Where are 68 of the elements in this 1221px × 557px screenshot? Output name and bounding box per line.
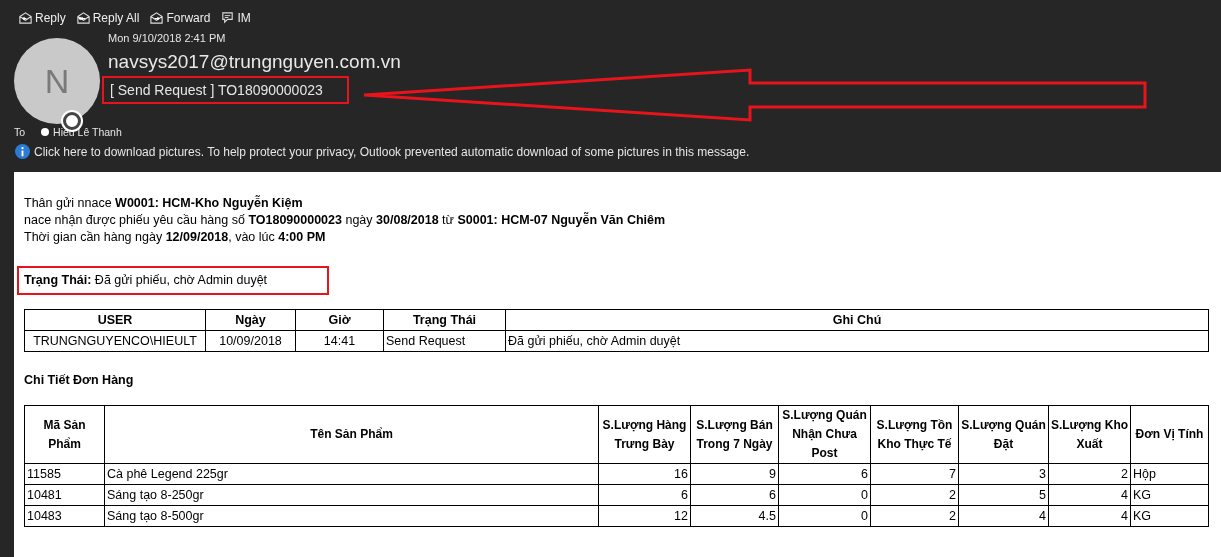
toolbar-button[interactable]: IM: [218, 9, 253, 26]
table-cell: 9: [690, 463, 779, 485]
table-cell: Đã gửi phiếu, chờ Admin duyệt: [505, 330, 1209, 352]
table-cell: 2: [870, 505, 959, 527]
toolbar-button[interactable]: Reply: [16, 9, 68, 26]
to-label: To: [14, 126, 26, 138]
table-cell: 10483: [24, 505, 105, 527]
table-cell: Sáng tạo 8-250gr: [104, 484, 599, 506]
toolbar-button[interactable]: Forward: [147, 9, 213, 26]
table-cell: 12: [598, 505, 691, 527]
download-pictures-notice[interactable]: Click here to download pictures. To help protect your privacy, Outlook prevented automatic download of some pictures in this message.: [34, 144, 750, 159]
forward-icon: [149, 10, 165, 25]
column-header: S.Lượng Quán Nhận Chưa Post: [778, 405, 871, 464]
avatar: N: [14, 38, 100, 124]
column-header: Giờ: [295, 309, 384, 331]
table-cell: 16: [598, 463, 691, 485]
message-line: Thân gửi nnace W0001: HCM-Kho Nguyễn Kiệm: [24, 196, 304, 210]
table-cell: TRUNGNGUYENCO\HIEULT: [24, 330, 206, 352]
table-cell: 4.5: [690, 505, 779, 527]
table-cell: 0: [778, 505, 871, 527]
table-cell: KG: [1130, 505, 1209, 527]
table-cell: Hộp: [1130, 463, 1209, 485]
table-cell: Send Request: [383, 330, 506, 352]
table-cell: 10481: [24, 484, 105, 506]
table-cell: 0: [778, 484, 871, 506]
presence-icon: [63, 112, 81, 130]
table-cell: KG: [1130, 484, 1209, 506]
table-cell: 14:41: [295, 330, 384, 352]
presence-icon: [41, 128, 50, 136]
table-cell: 2: [1048, 463, 1131, 485]
column-header: S.Lượng Hàng Trưng Bày: [598, 405, 691, 464]
column-header: Mã Sản Phẩm: [24, 405, 105, 464]
table-cell: Cà phê Legend 225gr: [104, 463, 599, 485]
column-header: Tên Sản Phẩm: [104, 405, 599, 464]
column-header: S.Lượng Bán Trong 7 Ngày: [690, 405, 779, 464]
reply-all-icon: [75, 10, 91, 25]
message-date: Mon 9/10/2018 2:41 PM: [108, 32, 227, 44]
table-cell: 4: [1048, 505, 1131, 527]
info-icon: [15, 144, 30, 159]
table-cell: 4: [958, 505, 1049, 527]
message-subject: [ Send Request ] TO18090000023: [110, 82, 323, 98]
table-cell: 6: [598, 484, 691, 506]
column-header: S.Lượng Kho Xuất: [1048, 405, 1131, 464]
toolbar-button[interactable]: Reply All: [73, 9, 142, 26]
column-header: Ghi Chú: [505, 309, 1209, 331]
message-line: nace nhận được phiếu yêu cầu hàng số TO18090000023 ngày 30/08/2018 từ S0001: HCM-07 Nguyễn Văn Chiêm: [24, 213, 667, 227]
chat-icon: [220, 10, 236, 25]
table-cell: 2: [870, 484, 959, 506]
status-line: Trạng Thái: Đã gửi phiếu, chờ Admin duyệt: [24, 273, 268, 287]
column-header: USER: [24, 309, 206, 331]
table-cell: 10/09/2018: [205, 330, 296, 352]
table-cell: 6: [690, 484, 779, 506]
sender-address: navsys2017@trungnguyen.com.vn: [108, 51, 401, 73]
table-cell: 3: [958, 463, 1049, 485]
column-header: Trạng Thái: [383, 309, 506, 331]
column-header: S.Lượng Quán Đặt: [958, 405, 1049, 464]
reply-icon: [18, 10, 33, 25]
column-header: Ngày: [205, 309, 296, 331]
table-cell: 7: [870, 463, 959, 485]
table-cell: 6: [778, 463, 871, 485]
message-line: Thời gian cần hàng ngày 12/09/2018, vào lúc 4:00 PM: [24, 230, 327, 244]
column-header: S.Lượng Tồn Kho Thực Tế: [870, 405, 959, 464]
table-cell: Sáng tạo 8-500gr: [104, 505, 599, 527]
table-cell: 11585: [24, 463, 105, 485]
table-cell: 4: [1048, 484, 1131, 506]
section-title: Chi Tiết Đơn Hàng: [24, 373, 135, 387]
table-cell: 5: [958, 484, 1049, 506]
column-header: Đơn Vị Tính: [1130, 405, 1209, 464]
